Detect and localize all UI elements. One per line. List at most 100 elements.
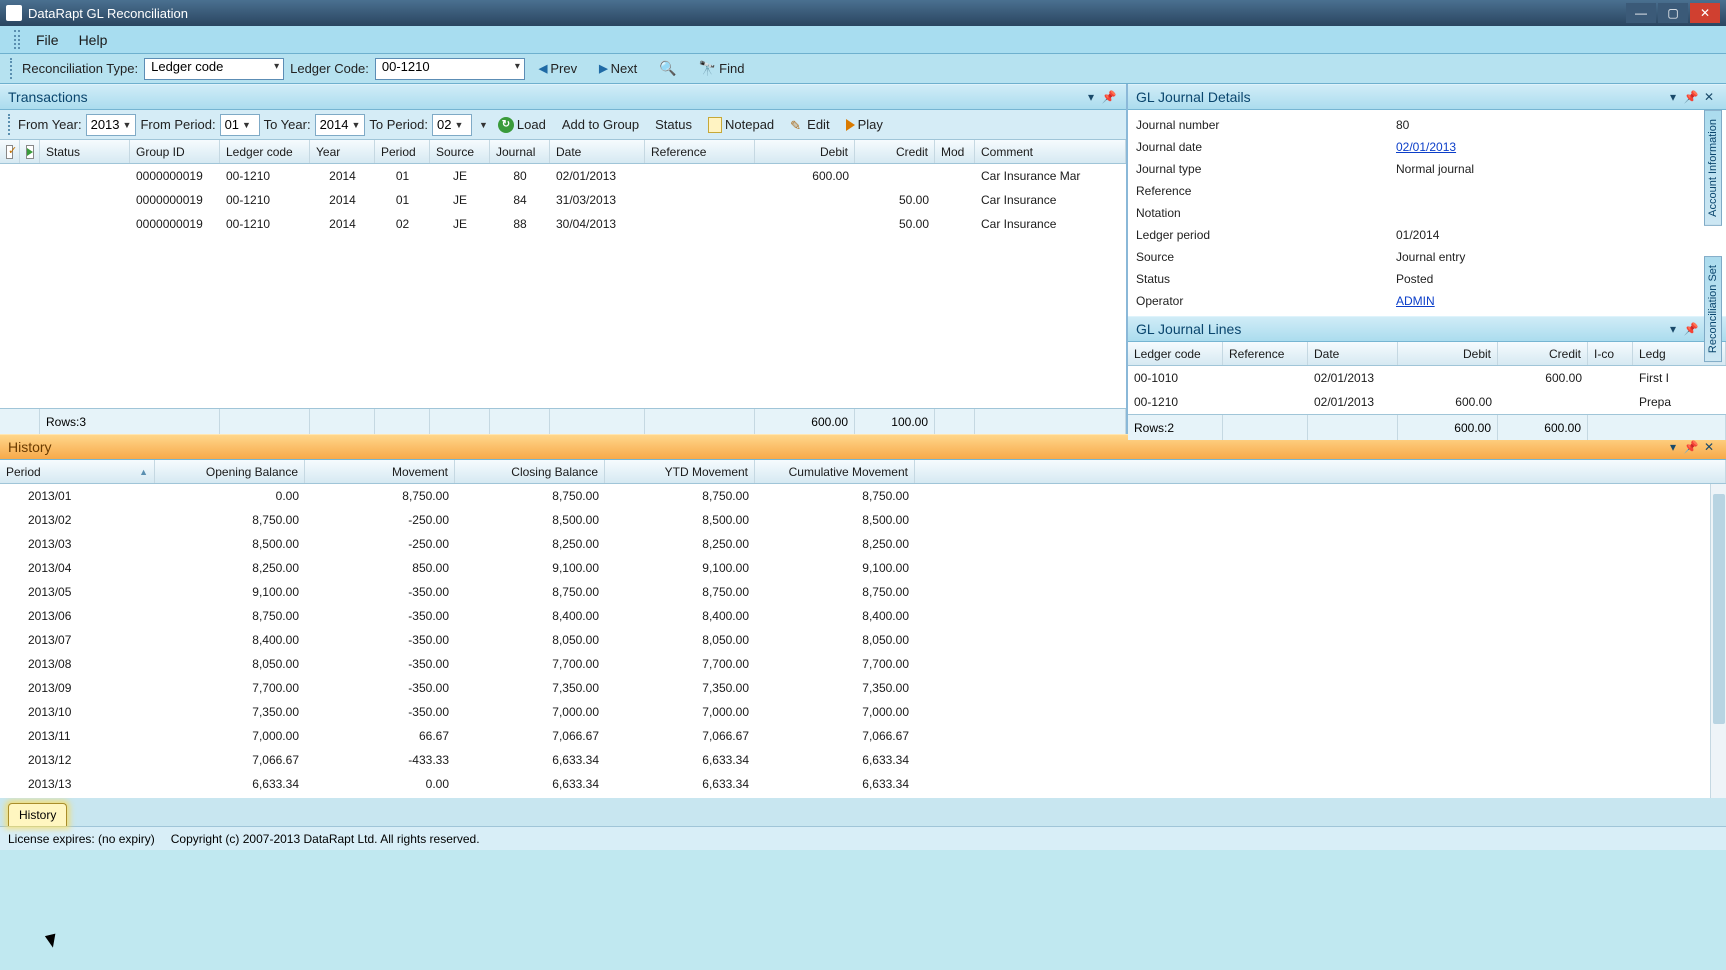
tab-account-info[interactable]: Account Information xyxy=(1704,110,1722,226)
lines-total-credit: 600.00 xyxy=(1498,415,1588,440)
notepad-icon xyxy=(708,117,722,133)
scrollbar[interactable] xyxy=(1710,484,1726,798)
notepad-button[interactable]: Notepad xyxy=(702,115,780,135)
col-movement[interactable]: Movement xyxy=(305,460,455,483)
col-cumulative[interactable]: Cumulative Movement xyxy=(755,460,915,483)
history-grid[interactable]: 2013/010.008,750.008,750.008,750.008,750… xyxy=(0,484,1726,798)
table-row[interactable]: 2013/078,400.00-350.008,050.008,050.008,… xyxy=(0,628,1726,652)
col-date[interactable]: Date xyxy=(1308,342,1398,365)
col-mod[interactable]: Mod xyxy=(935,140,975,163)
col-credit[interactable]: Credit xyxy=(1498,342,1588,365)
col-year[interactable]: Year xyxy=(310,140,375,163)
to-period-dropdown[interactable]: 02▼ xyxy=(432,114,472,136)
col-ledger[interactable]: Ledger code xyxy=(1128,342,1223,365)
tab-reconciliation-set[interactable]: Reconciliation Set xyxy=(1704,256,1722,362)
col-reference[interactable]: Reference xyxy=(1223,342,1308,365)
menu-file[interactable]: File xyxy=(26,26,69,53)
table-row[interactable]: 2013/097,700.00-350.007,350.007,350.007,… xyxy=(0,676,1726,700)
panel-dropdown-icon[interactable]: ▾ xyxy=(1082,90,1100,104)
table-row[interactable]: 2013/028,750.00-250.008,500.008,500.008,… xyxy=(0,508,1726,532)
add-to-group-button[interactable]: Add to Group xyxy=(556,115,645,134)
search-button[interactable]: 🔍 xyxy=(651,58,684,79)
col-period[interactable]: Period xyxy=(375,140,430,163)
col-journal[interactable]: Journal xyxy=(490,140,550,163)
col-debit[interactable]: Debit xyxy=(1398,342,1498,365)
panel-dropdown-icon[interactable]: ▾ xyxy=(1664,90,1682,104)
search-icon: 🔍 xyxy=(659,60,676,77)
pencil-icon: ✎ xyxy=(790,118,804,132)
table-row[interactable]: 2013/107,350.00-350.007,000.007,000.007,… xyxy=(0,700,1726,724)
journal-details-title: GL Journal Details xyxy=(1136,89,1251,105)
panel-pin-icon[interactable]: 📌 xyxy=(1682,440,1700,454)
status-button[interactable]: Status xyxy=(649,115,698,134)
col-credit[interactable]: Credit xyxy=(855,140,935,163)
table-row[interactable]: 2013/068,750.00-350.008,400.008,400.008,… xyxy=(0,604,1726,628)
col-group[interactable]: Group ID xyxy=(130,140,220,163)
transactions-grid[interactable]: 000000001900-1210201401JE8002/01/2013600… xyxy=(0,164,1126,408)
col-reference[interactable]: Reference xyxy=(645,140,755,163)
col-date[interactable]: Date xyxy=(550,140,645,163)
table-row[interactable]: 00-121002/01/2013600.00Prepa xyxy=(1128,390,1726,414)
prev-button[interactable]: ◀Prev xyxy=(531,59,585,78)
panel-pin-icon[interactable]: 📌 xyxy=(1100,90,1118,104)
maximize-button[interactable]: ▢ xyxy=(1658,3,1688,23)
edit-button[interactable]: ✎Edit xyxy=(784,115,835,134)
table-row[interactable]: 2013/136,633.340.006,633.346,633.346,633… xyxy=(0,772,1726,796)
detail-row: Journal typeNormal journal xyxy=(1136,158,1718,180)
col-ytd[interactable]: YTD Movement xyxy=(605,460,755,483)
col-ledger[interactable]: Ledger code xyxy=(220,140,310,163)
rows-count: Rows:3 xyxy=(40,409,220,434)
to-year-dropdown[interactable]: 2014▼ xyxy=(315,114,366,136)
table-row[interactable]: 2013/059,100.00-350.008,750.008,750.008,… xyxy=(0,580,1726,604)
dropdown-icon[interactable]: ▼ xyxy=(479,120,488,130)
from-period-dropdown[interactable]: 01▼ xyxy=(220,114,260,136)
from-year-dropdown[interactable]: 2013▼ xyxy=(86,114,137,136)
journal-lines-grid[interactable]: 00-101002/01/2013600.00First I00-121002/… xyxy=(1128,366,1726,414)
col-opening[interactable]: Opening Balance xyxy=(155,460,305,483)
play-box-icon[interactable] xyxy=(26,145,34,159)
find-button[interactable]: 🔭Find xyxy=(691,58,753,79)
col-closing[interactable]: Closing Balance xyxy=(455,460,605,483)
table-row[interactable]: 000000001900-1210201401JE8002/01/2013600… xyxy=(0,164,1126,188)
table-row[interactable]: 000000001900-1210201401JE8431/03/201350.… xyxy=(0,188,1126,212)
table-row[interactable]: 2013/117,000.0066.677,066.677,066.677,06… xyxy=(0,724,1726,748)
col-comment[interactable]: Comment xyxy=(975,140,1126,163)
history-columns: Period▲ Opening Balance Movement Closing… xyxy=(0,460,1726,484)
tab-history[interactable]: History xyxy=(8,803,67,826)
col-status[interactable]: Status xyxy=(40,140,130,163)
table-row[interactable]: 2013/010.008,750.008,750.008,750.008,750… xyxy=(0,484,1726,508)
arrow-right-icon: ▶ xyxy=(599,62,607,75)
panel-close-icon[interactable]: ✕ xyxy=(1700,90,1718,104)
menubar: File Help xyxy=(0,26,1726,54)
ledger-code-dropdown[interactable]: 00-1210 xyxy=(375,58,525,80)
table-row[interactable]: 2013/088,050.00-350.007,700.007,700.007,… xyxy=(0,652,1726,676)
panel-close-icon[interactable]: ✕ xyxy=(1700,440,1718,454)
table-row[interactable]: 2013/048,250.00850.009,100.009,100.009,1… xyxy=(0,556,1726,580)
next-button[interactable]: ▶Next xyxy=(591,59,645,78)
col-debit[interactable]: Debit xyxy=(755,140,855,163)
table-row[interactable]: 00-101002/01/2013600.00First I xyxy=(1128,366,1726,390)
scroll-thumb[interactable] xyxy=(1713,494,1725,724)
load-button[interactable]: ↻Load xyxy=(492,115,552,135)
table-row[interactable]: 2013/127,066.67-433.336,633.346,633.346,… xyxy=(0,748,1726,772)
check-icon[interactable] xyxy=(6,145,13,159)
main-toolbar: Reconciliation Type: Ledger code Ledger … xyxy=(0,54,1726,84)
col-period[interactable]: Period▲ xyxy=(0,460,155,483)
detail-row: Journal number80 xyxy=(1136,114,1718,136)
close-button[interactable]: ✕ xyxy=(1690,3,1720,23)
panel-dropdown-icon[interactable]: ▾ xyxy=(1664,322,1682,336)
panel-pin-icon[interactable]: 📌 xyxy=(1682,90,1700,104)
panel-pin-icon[interactable]: 📌 xyxy=(1682,322,1700,336)
journal-lines-title: GL Journal Lines xyxy=(1136,321,1241,337)
col-ico[interactable]: I-co xyxy=(1588,342,1633,365)
titlebar: DataRapt GL Reconciliation — ▢ ✕ xyxy=(0,0,1726,26)
menu-help[interactable]: Help xyxy=(69,26,118,53)
minimize-button[interactable]: — xyxy=(1626,3,1656,23)
play-button[interactable]: Play xyxy=(840,115,889,134)
table-row[interactable]: 2013/038,500.00-250.008,250.008,250.008,… xyxy=(0,532,1726,556)
panel-dropdown-icon[interactable]: ▾ xyxy=(1664,440,1682,454)
col-source[interactable]: Source xyxy=(430,140,490,163)
recon-type-dropdown[interactable]: Ledger code xyxy=(144,58,284,80)
table-row[interactable]: 000000001900-1210201402JE8830/04/201350.… xyxy=(0,212,1126,236)
ledger-code-label: Ledger Code: xyxy=(290,61,369,76)
